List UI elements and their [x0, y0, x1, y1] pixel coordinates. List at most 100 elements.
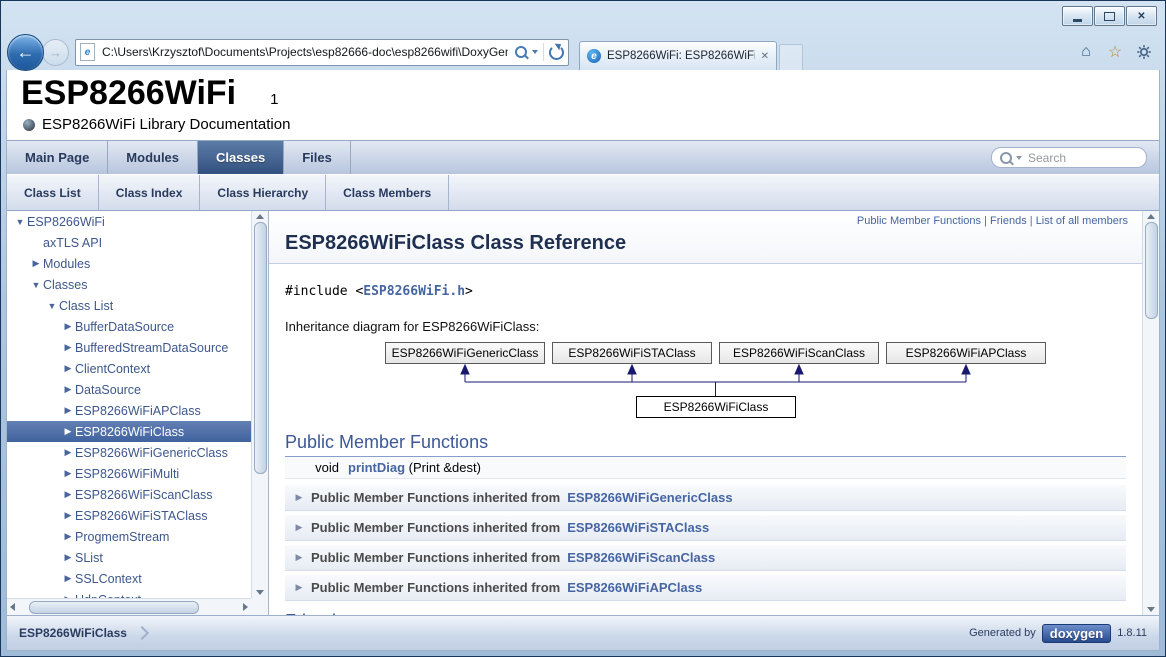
- tree-item[interactable]: DataSource: [7, 379, 251, 400]
- include-file-link[interactable]: ESP8266WiFi.h: [363, 284, 465, 299]
- diagram-parent-box[interactable]: ESP8266WiFiSTAClass: [552, 342, 712, 364]
- document-content: Public Member FunctionsFriendsList of al…: [269, 211, 1142, 615]
- diagram-child-box[interactable]: ESP8266WiFiClass: [636, 396, 796, 418]
- tree-arrow-icon[interactable]: [29, 258, 43, 269]
- tree-indent: [13, 536, 61, 537]
- tree-item[interactable]: ESP8266WiFi: [7, 211, 251, 232]
- scroll-right-icon[interactable]: [243, 603, 248, 611]
- tree-item[interactable]: SList: [7, 547, 251, 568]
- summary-link[interactable]: List of all members: [1036, 215, 1128, 227]
- scroll-track[interactable]: [15, 601, 243, 614]
- content-vertical-scrollbar[interactable]: [1142, 211, 1159, 615]
- search-icon[interactable]: [515, 46, 527, 58]
- sub-tab[interactable]: Class List: [7, 175, 99, 210]
- doxygen-logo[interactable]: doxygen: [1042, 624, 1111, 643]
- sidebar-vertical-scrollbar[interactable]: [251, 211, 268, 598]
- chevron-down-icon[interactable]: [1016, 156, 1022, 160]
- breadcrumb-label[interactable]: ESP8266WiFiClass: [19, 626, 127, 640]
- main-tab[interactable]: Files: [284, 141, 351, 174]
- sub-tab[interactable]: Class Index: [99, 175, 201, 210]
- scrollbar-thumb[interactable]: [1145, 222, 1158, 319]
- close-button[interactable]: [1126, 6, 1157, 26]
- forward-button[interactable]: →: [42, 39, 69, 66]
- scrollbar-thumb[interactable]: [29, 601, 199, 614]
- tree-arrow-icon[interactable]: [61, 342, 75, 353]
- tree-item[interactable]: SSLContext: [7, 568, 251, 589]
- tree-arrow-icon[interactable]: [13, 217, 27, 227]
- inherited-class-link[interactable]: ESP8266WiFiGenericClass: [567, 490, 732, 505]
- browser-tab[interactable]: e ESP8266WiFi: ESP8266WiFi... ✕: [579, 41, 777, 70]
- diagram-parent-box[interactable]: ESP8266WiFiGenericClass: [385, 342, 545, 364]
- inherited-section-header[interactable]: Public Member Functions inherited from E…: [285, 544, 1126, 571]
- tree-item[interactable]: ESP8266WiFiSTAClass: [7, 505, 251, 526]
- scroll-down-icon[interactable]: [256, 590, 264, 595]
- inherited-class-link[interactable]: ESP8266WiFiAPClass: [567, 580, 702, 595]
- tree-item[interactable]: axTLS API: [7, 232, 251, 253]
- back-button[interactable]: ←: [7, 34, 44, 71]
- tree-arrow-icon[interactable]: [61, 552, 75, 563]
- tree-arrow-icon[interactable]: [61, 321, 75, 332]
- tree-arrow-icon[interactable]: [61, 447, 75, 458]
- project-name: ESP8266WiFi: [21, 74, 236, 113]
- scroll-up-icon[interactable]: [256, 214, 264, 219]
- tree-item[interactable]: ClientContext: [7, 358, 251, 379]
- tree-item[interactable]: ESP8266WiFiGenericClass: [7, 442, 251, 463]
- tree-arrow-icon[interactable]: [61, 531, 75, 542]
- inherited-class-link[interactable]: ESP8266WiFiScanClass: [567, 550, 715, 565]
- summary-link[interactable]: Public Member Functions: [857, 215, 990, 227]
- main-tab[interactable]: Main Page: [7, 141, 108, 174]
- sub-tab[interactable]: Class Hierarchy: [200, 175, 326, 210]
- address-bar[interactable]: e: [75, 39, 569, 66]
- tree-item[interactable]: ESP8266WiFiAPClass: [7, 400, 251, 421]
- scroll-up-icon[interactable]: [1147, 214, 1155, 219]
- tree-arrow-icon[interactable]: [61, 510, 75, 521]
- member-row: void printDiag (Print &dest): [285, 457, 1126, 479]
- tree-item[interactable]: Class List: [7, 295, 251, 316]
- member-name-link[interactable]: printDiag: [348, 460, 405, 475]
- main-tab[interactable]: Classes: [198, 141, 284, 174]
- tree-arrow-icon[interactable]: [61, 489, 75, 500]
- maximize-button[interactable]: [1094, 6, 1125, 26]
- minimize-button[interactable]: [1062, 6, 1093, 26]
- tree-item[interactable]: BufferedStreamDataSource: [7, 337, 251, 358]
- tree-item[interactable]: Modules: [7, 253, 251, 274]
- settings-gear-icon[interactable]: [1135, 43, 1153, 61]
- home-icon[interactable]: ⌂: [1077, 43, 1095, 61]
- sidebar-horizontal-scrollbar[interactable]: [7, 598, 251, 615]
- tree-item[interactable]: ProgmemStream: [7, 526, 251, 547]
- search-box[interactable]: [991, 147, 1147, 168]
- main-tab[interactable]: Modules: [108, 141, 198, 174]
- inherited-class-link[interactable]: ESP8266WiFiSTAClass: [567, 520, 709, 535]
- sub-tab[interactable]: Class Members: [326, 175, 449, 210]
- tree-item[interactable]: ESP8266WiFiScanClass: [7, 484, 251, 505]
- tree-item[interactable]: UdpContext: [7, 589, 251, 598]
- scroll-down-icon[interactable]: [1147, 607, 1155, 612]
- summary-link[interactable]: Friends: [990, 215, 1036, 227]
- tree-arrow-icon[interactable]: [61, 573, 75, 584]
- inherited-section-header[interactable]: Public Member Functions inherited from E…: [285, 514, 1126, 541]
- diagram-parent-box[interactable]: ESP8266WiFiScanClass: [719, 342, 879, 364]
- breadcrumb[interactable]: ESP8266WiFiClass: [19, 626, 147, 640]
- search-input[interactable]: [1026, 150, 1116, 166]
- tree-arrow-icon[interactable]: [61, 468, 75, 479]
- tab-close-icon[interactable]: ✕: [761, 51, 769, 62]
- tree-item[interactable]: ESP8266WiFiClass: [7, 421, 251, 442]
- tree-arrow-icon[interactable]: [45, 301, 59, 311]
- tree-item[interactable]: ESP8266WiFiMulti: [7, 463, 251, 484]
- tree-arrow-icon[interactable]: [61, 426, 75, 437]
- tree-arrow-icon[interactable]: [61, 363, 75, 374]
- address-input[interactable]: [100, 41, 510, 63]
- refresh-icon[interactable]: [549, 45, 564, 60]
- tree-arrow-icon[interactable]: [29, 280, 43, 290]
- new-tab-button[interactable]: [779, 44, 803, 70]
- tree-arrow-icon[interactable]: [61, 384, 75, 395]
- inherited-section-header[interactable]: Public Member Functions inherited from E…: [285, 484, 1126, 511]
- inherited-section-header[interactable]: Public Member Functions inherited from E…: [285, 574, 1126, 601]
- scrollbar-thumb[interactable]: [254, 222, 267, 474]
- chevron-down-icon[interactable]: [532, 50, 538, 54]
- tree-item[interactable]: BufferDataSource: [7, 316, 251, 337]
- diagram-parent-box[interactable]: ESP8266WiFiAPClass: [886, 342, 1046, 364]
- tree-arrow-icon[interactable]: [61, 405, 75, 416]
- tree-item[interactable]: Classes: [7, 274, 251, 295]
- favorites-star-icon[interactable]: ☆: [1106, 43, 1124, 61]
